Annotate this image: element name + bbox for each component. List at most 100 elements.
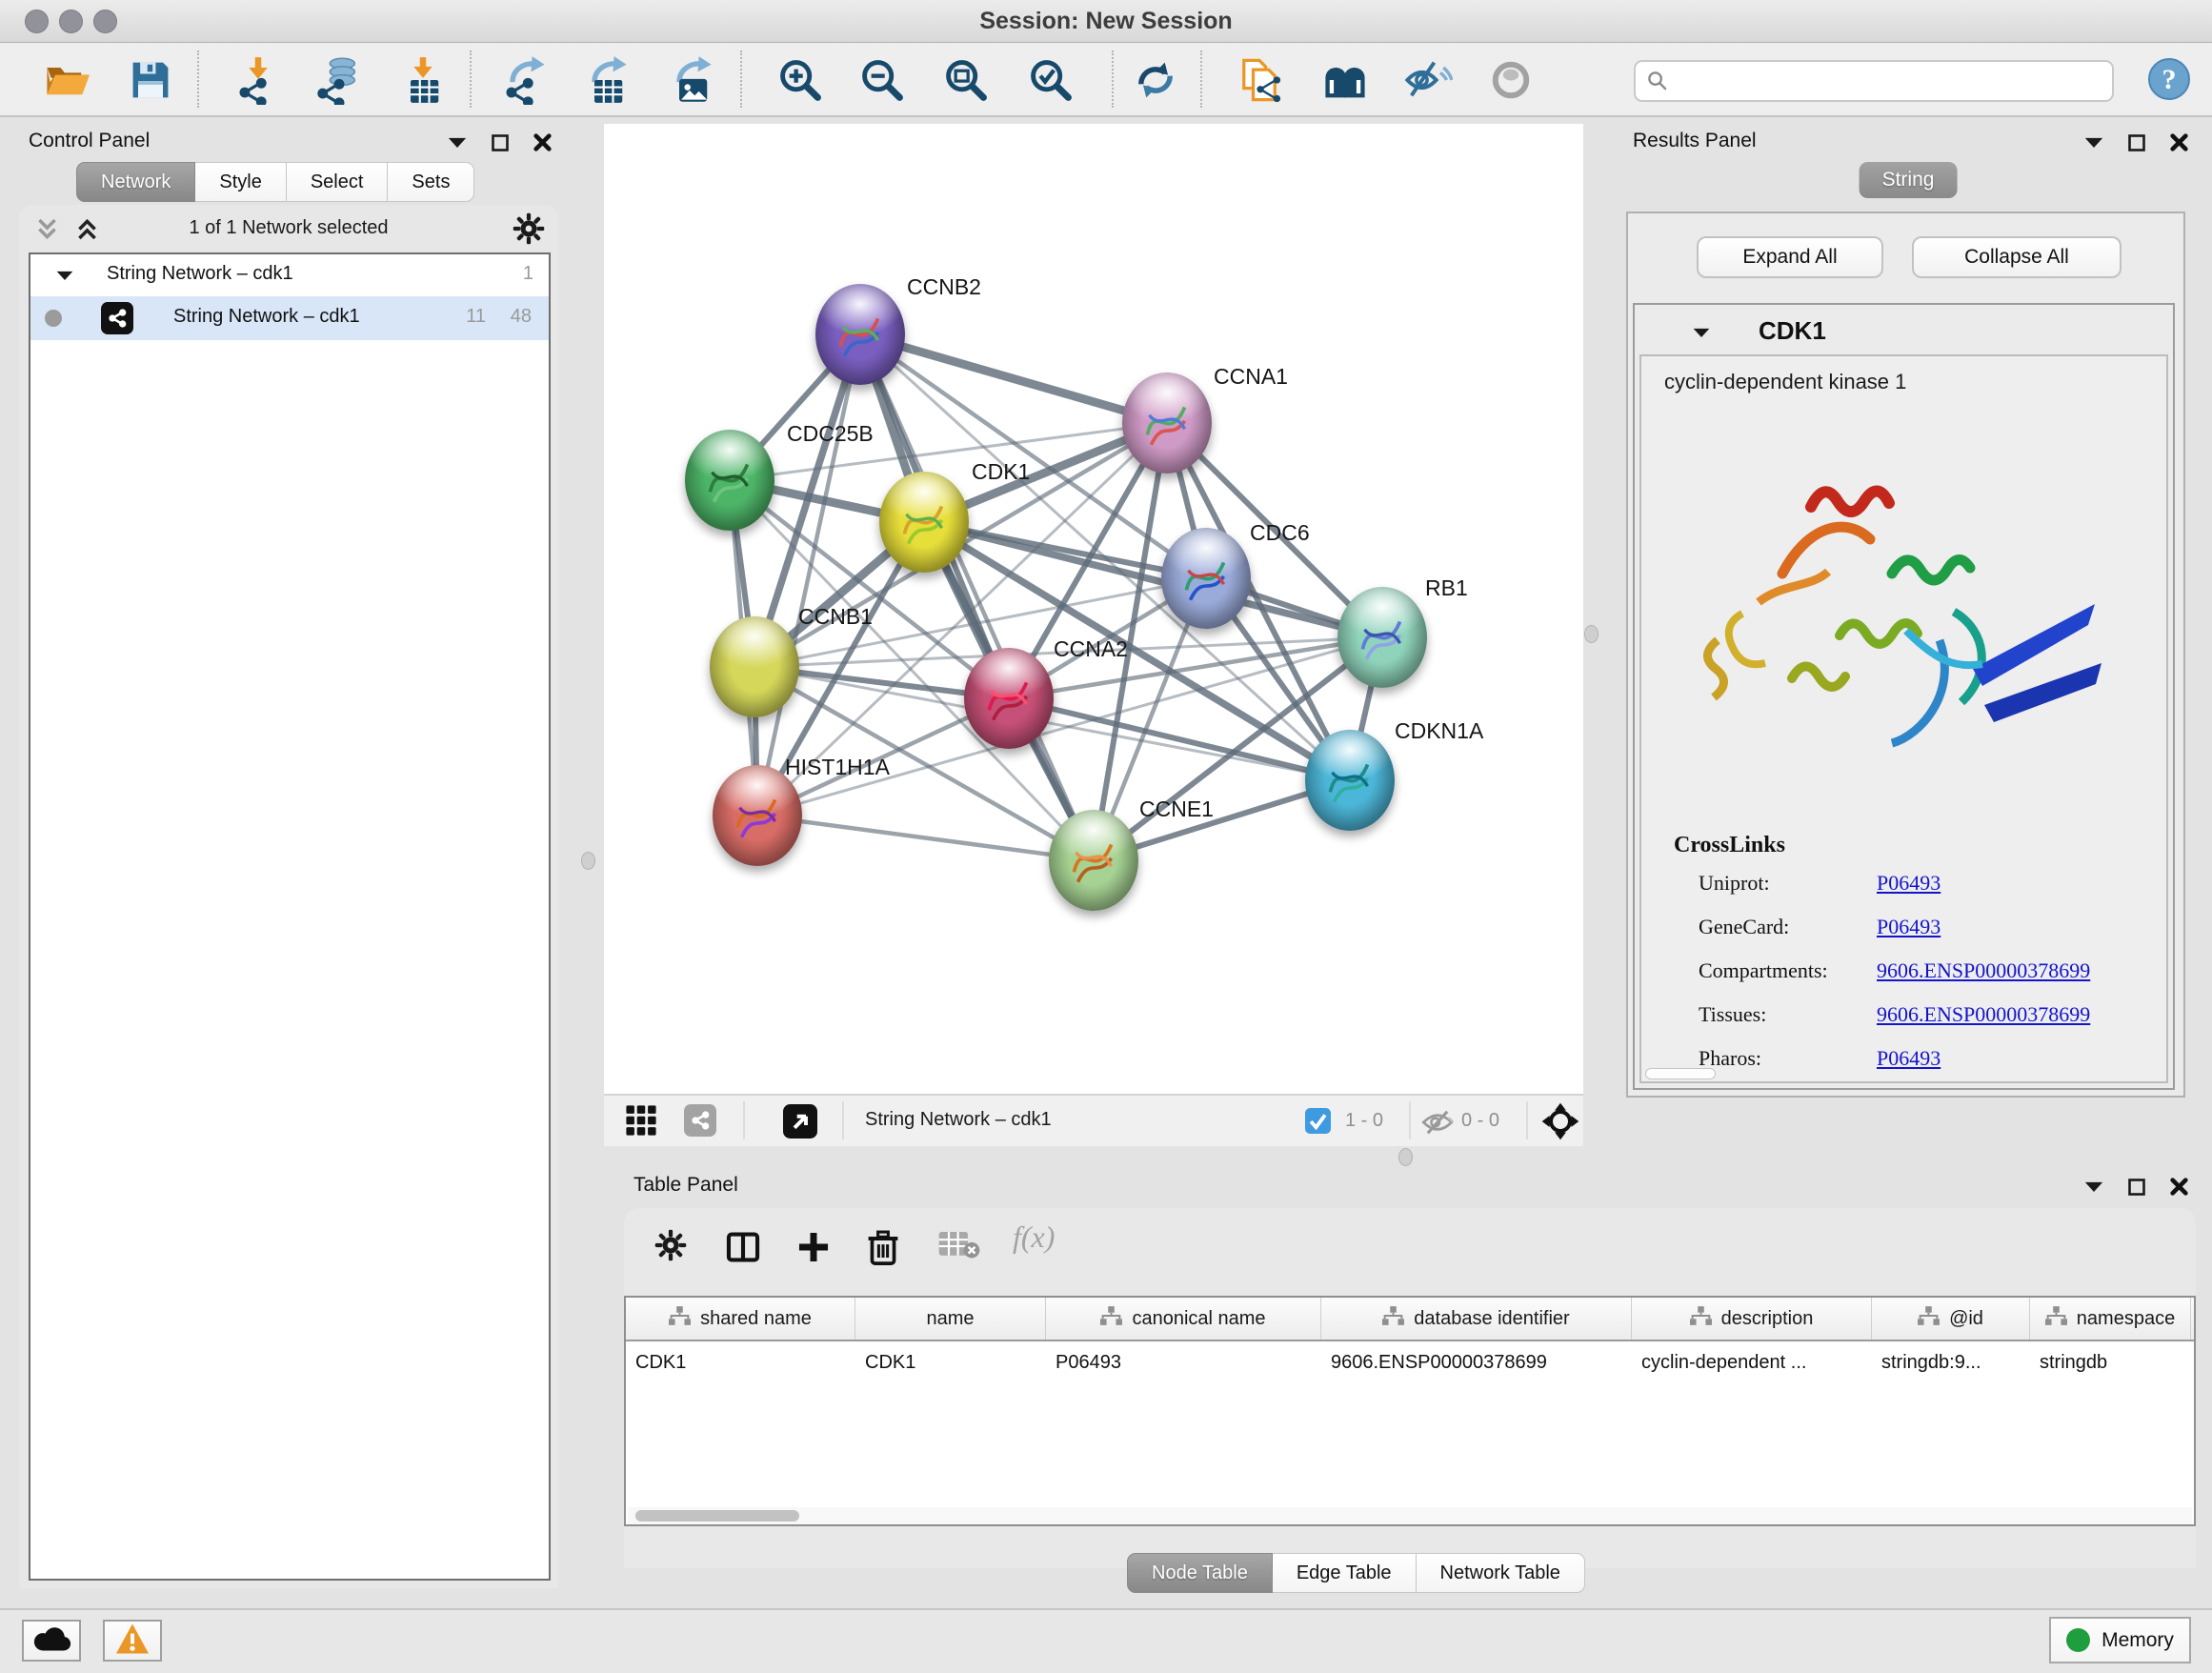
edge-CCNB2-CCNA1[interactable] [860,334,1167,423]
column-header--id[interactable]: @id [1872,1298,2030,1340]
network-collection-row[interactable]: String Network – cdk1 1 [30,254,549,296]
help-button[interactable]: ? [2147,57,2191,101]
search-input[interactable] [1678,65,2101,95]
left-splitter-handle[interactable] [581,852,595,870]
panel-float-icon[interactable] [491,133,510,152]
table-cell[interactable]: stringdb [2030,1341,2191,1383]
export-image-button[interactable] [665,53,718,107]
zoom-selected-button[interactable] [1024,53,1077,107]
table-hscrollbar[interactable] [628,1507,2192,1524]
panel-menu-icon[interactable] [2083,1179,2104,1194]
import-network-from-file-button[interactable] [231,53,285,107]
find-button[interactable] [1318,53,1372,107]
grid-view-icon[interactable] [625,1104,657,1137]
crosslink-label: GeneCard: [1699,915,1789,939]
right-splitter-handle[interactable] [1584,625,1599,643]
table-options-gear-icon[interactable] [654,1229,687,1266]
network-node-CDK1[interactable] [879,472,969,573]
crosslink-link-uniprot[interactable]: P06493 [1877,871,1941,896]
column-header-description[interactable]: description [1632,1298,1872,1340]
collapse-all-button[interactable]: Collapse All [1912,236,2122,278]
column-header-name[interactable]: name [855,1298,1046,1340]
panel-menu-icon[interactable] [447,135,468,150]
crosslink-link-genecard[interactable]: P06493 [1877,915,1941,939]
gene-expander-icon[interactable] [1692,326,1711,344]
birdseye-navigator-icon[interactable] [1541,1102,1579,1140]
network-node-CCNB2[interactable] [815,284,905,385]
tab-network[interactable]: Network [76,162,195,202]
delete-column-icon[interactable] [866,1229,900,1272]
edge-CCNB2-CCNE1[interactable] [860,334,1094,860]
network-node-CCNA2[interactable] [964,648,1054,749]
crosslink-link-pharos[interactable]: P06493 [1877,1046,1941,1071]
network-row-selected[interactable]: String Network – cdk1 11 48 [30,296,549,340]
open-session-button[interactable] [40,53,93,107]
network-node-CDKN1A[interactable] [1305,730,1395,831]
edge-CCNB2-HIST1H1A[interactable] [757,334,860,816]
zoom-fit-button[interactable] [939,53,993,107]
panel-float-icon[interactable] [2127,1178,2146,1197]
table-cell[interactable]: CDK1 [626,1341,855,1383]
network-options-gear-icon[interactable] [513,212,545,250]
warnings-button[interactable] [103,1620,162,1662]
network-canvas[interactable]: CCNB2 CCNA1 CDC25B CDK1 CDC6 RB1CCNB1 CC… [604,124,1583,1094]
column-header-shared-name[interactable]: shared name [626,1298,855,1340]
cloud-status-button[interactable] [22,1620,81,1662]
tab-style[interactable]: Style [195,162,286,202]
column-header-canonical-name[interactable]: canonical name [1046,1298,1321,1340]
panel-float-icon[interactable] [2127,133,2146,152]
add-column-icon[interactable] [795,1229,832,1270]
save-session-button[interactable] [124,53,177,107]
edge-HIST1H1A-CCNE1[interactable] [757,816,1094,860]
tab-network-table[interactable]: Network Table [1417,1553,1585,1593]
tab-sets[interactable]: Sets [388,162,474,202]
tab-select[interactable]: Select [287,162,389,202]
import-table-from-file-button[interactable] [396,53,450,107]
duplicate-network-button[interactable] [1233,53,1286,107]
panel-menu-icon[interactable] [2083,135,2104,150]
network-node-CCNB1[interactable] [710,616,799,717]
tab-string[interactable]: String [1860,162,1958,198]
panel-close-icon[interactable] [533,132,553,152]
network-node-CDC25B[interactable] [685,430,774,531]
table-cell[interactable]: CDK1 [855,1341,1046,1383]
table-cell[interactable]: cyclin-dependent ... [1632,1341,1872,1383]
show-all-button[interactable] [1484,53,1538,107]
detach-view-icon[interactable] [783,1104,817,1139]
crosslink-link-tissues[interactable]: 9606.ENSP00000378699 [1877,1002,2090,1027]
hidden-eye-icon[interactable] [1421,1109,1454,1136]
node-label-CCNE1: CCNE1 [1139,796,1214,822]
export-network-button[interactable] [498,53,552,107]
refresh-network-button[interactable] [1129,53,1182,107]
table-cell[interactable]: 9606.ENSP00000378699 [1321,1341,1632,1383]
selected-checkbox-icon[interactable] [1305,1108,1331,1134]
panel-close-icon[interactable] [2169,1177,2189,1197]
tab-node-table[interactable]: Node Table [1127,1553,1273,1593]
collection-expander-icon[interactable] [55,269,74,287]
column-header-database-identifier[interactable]: database identifier [1321,1298,1632,1340]
network-view-panel: CCNB2 CCNA1 CDC25B CDK1 CDC6 RB1CCNB1 CC… [604,124,1583,1146]
network-node-CCNA1[interactable] [1122,373,1212,474]
tab-edge-table[interactable]: Edge Table [1273,1553,1417,1593]
network-node-CCNE1[interactable] [1049,810,1138,911]
results-hscroll-thumb[interactable] [1645,1068,1716,1079]
column-header-namespace[interactable]: namespace [2030,1298,2191,1340]
panel-close-icon[interactable] [2169,132,2189,152]
hide-selected-button[interactable] [1401,53,1455,107]
table-hscroll-thumb[interactable] [635,1510,799,1522]
network-node-CDC6[interactable] [1161,528,1251,629]
export-table-button[interactable] [580,53,633,107]
import-network-from-database-button[interactable] [312,53,365,107]
zoom-in-button[interactable] [774,53,827,107]
expand-all-button[interactable]: Expand All [1697,236,1883,278]
horizontal-splitter-handle[interactable] [1398,1148,1413,1166]
show-columns-icon[interactable] [725,1229,761,1270]
zoom-out-button[interactable] [855,53,909,107]
table-cell[interactable]: stringdb:9... [1872,1341,2030,1383]
memory-button[interactable]: Memory [2049,1617,2191,1663]
crosslink-link-compartments[interactable]: 9606.ENSP00000378699 [1877,958,2090,983]
network-view-icon[interactable] [684,1104,716,1137]
network-node-RB1[interactable] [1337,587,1427,688]
table-panel-title: Table Panel [633,1174,738,1197]
table-cell[interactable]: P06493 [1046,1341,1321,1383]
